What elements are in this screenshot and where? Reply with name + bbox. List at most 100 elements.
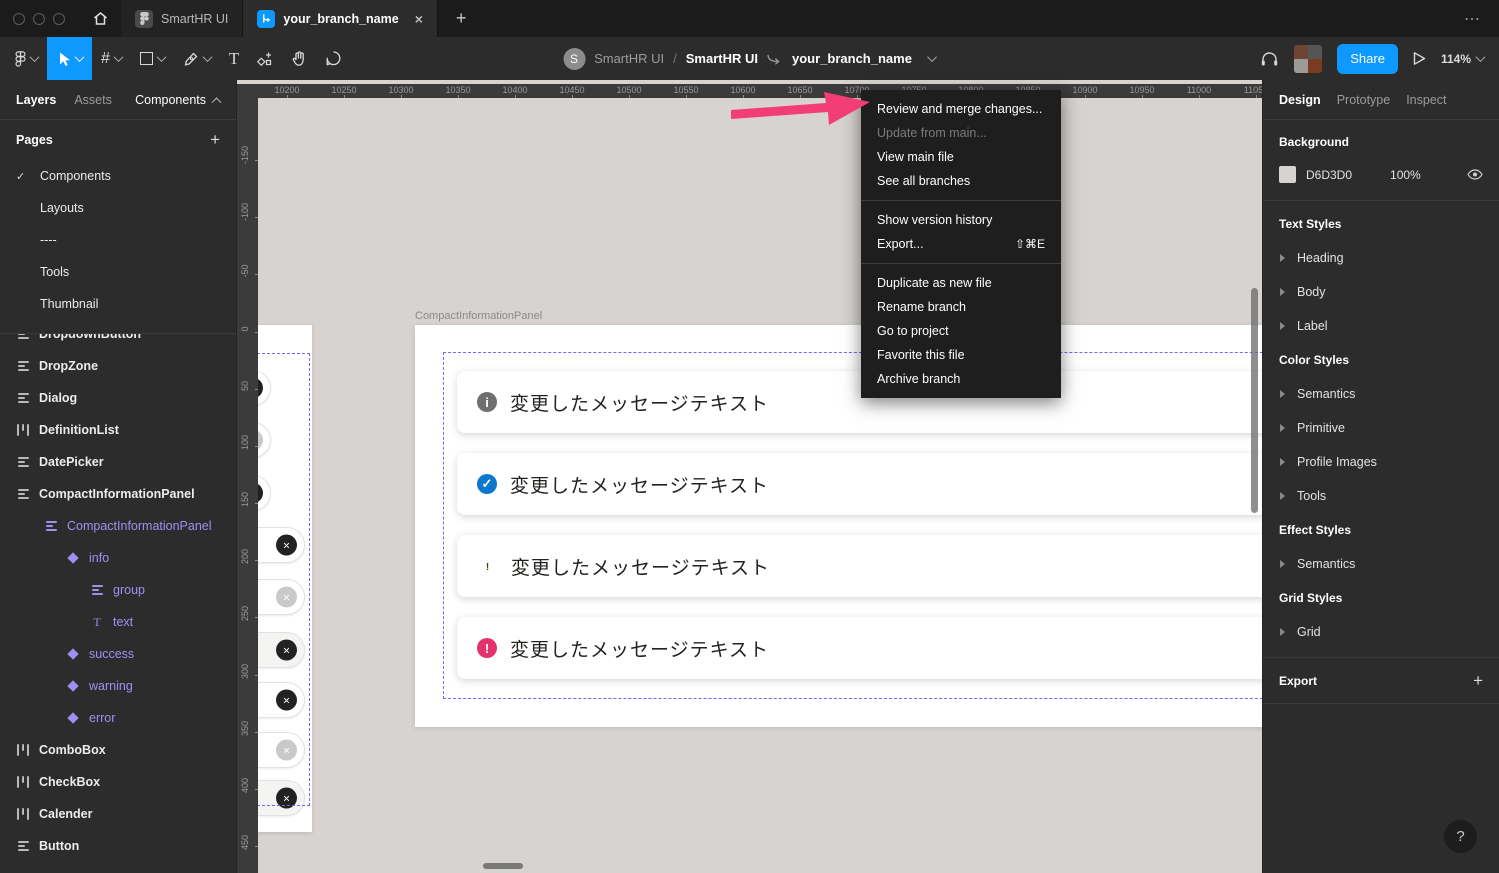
present-play-icon[interactable] bbox=[1413, 51, 1426, 66]
tab-label: SmartHR UI bbox=[161, 12, 228, 26]
menu-item-archive-branch[interactable]: Archive branch bbox=[861, 367, 1061, 391]
page-item-----[interactable]: ---- bbox=[0, 224, 236, 256]
window-close-button[interactable] bbox=[13, 13, 25, 25]
layer-row-dropdownbutton[interactable]: DropdownButton bbox=[0, 333, 236, 350]
home-button[interactable] bbox=[79, 0, 121, 37]
layers-panel: DropdownButtonDropZoneDialogDefinitionLi… bbox=[0, 333, 236, 873]
background-header: Background bbox=[1279, 135, 1483, 149]
layer-row-button[interactable]: Button bbox=[0, 830, 236, 862]
message-text: 変更したメッセージテキスト bbox=[511, 553, 770, 580]
create-component-button[interactable] bbox=[248, 37, 282, 80]
new-tab-button[interactable]: + bbox=[456, 8, 467, 29]
page-item-components[interactable]: ✓Components bbox=[0, 160, 236, 192]
page-item-layouts[interactable]: Layouts bbox=[0, 192, 236, 224]
vertical-scrollbar[interactable] bbox=[1251, 288, 1258, 513]
page-item-thumbnail[interactable]: Thumbnail bbox=[0, 288, 236, 320]
main-menu-button[interactable] bbox=[6, 37, 47, 80]
layer-row-calender[interactable]: Calender bbox=[0, 798, 236, 830]
visibility-eye-icon[interactable] bbox=[1467, 169, 1483, 180]
layer-row-combobox[interactable]: ComboBox bbox=[0, 734, 236, 766]
move-tool-button[interactable] bbox=[47, 37, 92, 80]
tab-your-branch-name[interactable]: your_branch_name × bbox=[243, 0, 438, 37]
style-item-tools[interactable]: Tools bbox=[1263, 479, 1499, 513]
tab-layers[interactable]: Layers bbox=[16, 93, 56, 107]
breadcrumb-project[interactable]: SmartHR UI bbox=[594, 51, 664, 66]
menu-item-show-version-history[interactable]: Show version history bbox=[861, 208, 1061, 232]
layer-row-text[interactable]: Ttext bbox=[0, 606, 236, 638]
tab-close-icon[interactable]: × bbox=[415, 12, 423, 26]
background-color-swatch[interactable] bbox=[1279, 166, 1296, 183]
menu-item-favorite-this-file[interactable]: Favorite this file bbox=[861, 343, 1061, 367]
tab-design[interactable]: Design bbox=[1279, 93, 1321, 107]
message-panel-success[interactable]: ✓変更したメッセージテキスト bbox=[457, 453, 1262, 515]
help-button[interactable]: ? bbox=[1444, 820, 1477, 853]
layer-row-dialog[interactable]: Dialog bbox=[0, 382, 236, 414]
style-item-heading[interactable]: Heading bbox=[1263, 241, 1499, 275]
layer-row-error[interactable]: error bbox=[0, 702, 236, 734]
window-minimize-button[interactable] bbox=[33, 13, 45, 25]
text-tool-button[interactable]: T bbox=[220, 37, 248, 80]
menu-item-review-and-merge-changes[interactable]: Review and merge changes... bbox=[861, 97, 1061, 121]
canvas[interactable]: ××××××××× CompactInformationPanel i変更したメ… bbox=[237, 80, 1262, 873]
tab-smarthr-ui[interactable]: SmartHR UI bbox=[121, 0, 243, 37]
audio-headphones-icon[interactable] bbox=[1260, 50, 1279, 67]
share-button[interactable]: Share bbox=[1337, 44, 1398, 74]
tab-prototype[interactable]: Prototype bbox=[1337, 93, 1391, 107]
layer-row-dropzone[interactable]: DropZone bbox=[0, 350, 236, 382]
background-hex-value[interactable]: D6D3D0 bbox=[1306, 168, 1352, 182]
frame-label[interactable]: CompactInformationPanel bbox=[415, 310, 542, 322]
message-panel-warning[interactable]: !変更したメッセージテキスト bbox=[457, 535, 1262, 597]
menu-item-rename-branch[interactable]: Rename branch bbox=[861, 295, 1061, 319]
layer-row-checkbox[interactable]: CheckBox bbox=[0, 766, 236, 798]
comment-tool-button[interactable] bbox=[316, 37, 351, 80]
zoom-menu[interactable]: 114% bbox=[1441, 52, 1484, 66]
frame-tool-button[interactable]: # bbox=[92, 37, 131, 80]
user-avatar[interactable] bbox=[1294, 45, 1322, 73]
background-opacity-value[interactable]: 100% bbox=[1390, 168, 1421, 182]
horizontal-scrollbar[interactable] bbox=[483, 863, 523, 869]
add-page-button[interactable]: + bbox=[210, 130, 220, 150]
breadcrumb-branch[interactable]: your_branch_name bbox=[792, 51, 912, 66]
style-item-label[interactable]: Label bbox=[1263, 309, 1499, 343]
layer-row-group[interactable]: group bbox=[0, 574, 236, 606]
chevron-down-icon bbox=[75, 52, 85, 62]
tab-inspect[interactable]: Inspect bbox=[1406, 93, 1446, 107]
overflow-menu-icon[interactable]: ⋯ bbox=[1464, 9, 1481, 29]
tab-assets[interactable]: Assets bbox=[74, 93, 112, 107]
message-text: 変更したメッセージテキスト bbox=[510, 635, 769, 662]
style-item-grid[interactable]: Grid bbox=[1263, 615, 1499, 649]
style-item-body[interactable]: Body bbox=[1263, 275, 1499, 309]
style-item-semantics[interactable]: Semantics bbox=[1263, 377, 1499, 411]
pages-header: Pages bbox=[16, 133, 53, 147]
layer-row-success[interactable]: success bbox=[0, 638, 236, 670]
message-panel-error[interactable]: !変更したメッセージテキスト bbox=[457, 617, 1262, 679]
disclosure-triangle-icon bbox=[1280, 288, 1285, 296]
layer-row-datepicker[interactable]: DatePicker bbox=[0, 446, 236, 478]
menu-item-export[interactable]: Export...⇧⌘E bbox=[861, 232, 1061, 256]
pen-tool-button[interactable] bbox=[174, 37, 220, 80]
layer-label: CompactInformationPanel bbox=[67, 519, 212, 533]
shape-tool-button[interactable] bbox=[131, 37, 174, 80]
window-controls[interactable] bbox=[0, 13, 79, 25]
add-export-button[interactable]: + bbox=[1473, 671, 1483, 691]
window-zoom-button[interactable] bbox=[53, 13, 65, 25]
chevron-down-icon bbox=[1476, 52, 1486, 62]
layer-row-compactinformationpanel[interactable]: CompactInformationPanel bbox=[0, 478, 236, 510]
style-item-primitive[interactable]: Primitive bbox=[1263, 411, 1499, 445]
page-selector[interactable]: Components bbox=[135, 93, 220, 107]
style-item-profile-images[interactable]: Profile Images bbox=[1263, 445, 1499, 479]
style-item-semantics[interactable]: Semantics bbox=[1263, 547, 1499, 581]
menu-item-duplicate-as-new-file[interactable]: Duplicate as new file bbox=[861, 271, 1061, 295]
menu-item-see-all-branches[interactable]: See all branches bbox=[861, 169, 1061, 193]
page-item-tools[interactable]: Tools bbox=[0, 256, 236, 288]
hand-tool-button[interactable] bbox=[282, 37, 316, 80]
menu-item-view-main-file[interactable]: View main file bbox=[861, 145, 1061, 169]
layer-row-compactinformationpanel[interactable]: CompactInformationPanel bbox=[0, 510, 236, 542]
branch-menu-chevron-icon[interactable] bbox=[927, 52, 937, 62]
layer-row-definitionlist[interactable]: DefinitionList bbox=[0, 414, 236, 446]
message-panel-info[interactable]: i変更したメッセージテキスト bbox=[457, 371, 1262, 433]
layer-row-info[interactable]: info bbox=[0, 542, 236, 574]
menu-item-go-to-project[interactable]: Go to project bbox=[861, 319, 1061, 343]
layer-row-warning[interactable]: warning bbox=[0, 670, 236, 702]
breadcrumb-file[interactable]: SmartHR UI bbox=[686, 51, 758, 66]
